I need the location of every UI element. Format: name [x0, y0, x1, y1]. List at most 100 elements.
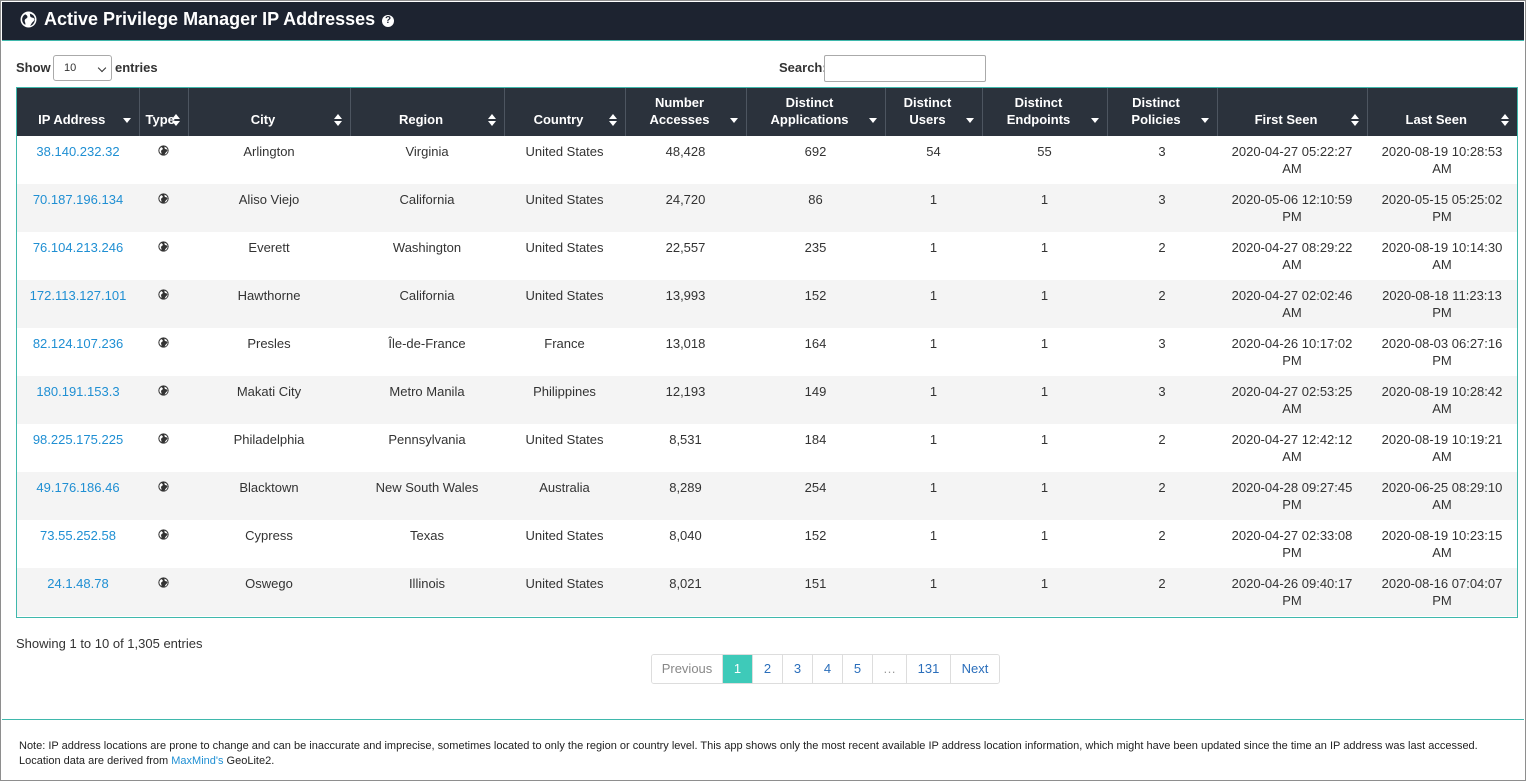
column-header-city[interactable]: City	[188, 88, 351, 136]
ip-address-link[interactable]: 24.1.48.78	[47, 576, 108, 591]
search-input[interactable]	[824, 55, 986, 82]
policies-cell: 2	[1107, 472, 1217, 520]
column-header-region[interactable]: Region	[350, 88, 505, 136]
maxmind-link[interactable]: MaxMind's	[171, 755, 223, 767]
users-cell: 1	[885, 280, 982, 328]
first-seen-cell: 2020-04-27 02:02:46 AM	[1217, 280, 1367, 328]
column-header-distinct-applications[interactable]: Distinct Applications	[746, 88, 886, 136]
users-cell: 1	[885, 376, 982, 424]
first-seen-cell: 2020-04-26 09:40:17 PM	[1217, 568, 1367, 616]
policies-cell: 2	[1107, 568, 1217, 616]
column-header-distinct-endpoints[interactable]: Distinct Endpoints	[982, 88, 1108, 136]
applications-cell: 86	[746, 184, 885, 232]
table-row: 73.55.252.58 Cypress Texas United States 8,0…	[17, 520, 1517, 568]
ip-address-link[interactable]: 180.191.153.3	[36, 384, 119, 399]
last-seen-cell: 2020-08-19 10:28:42 AM	[1367, 376, 1517, 424]
footer-note: Note: IP address locations are prone to …	[19, 739, 1509, 769]
table-row: 49.176.186.46 Blacktown New South Wales Aus…	[17, 472, 1517, 520]
region-cell: California	[350, 184, 504, 232]
sort-both-icon	[608, 114, 617, 126]
ip-address-cell: 49.176.186.46	[17, 472, 139, 520]
endpoints-cell: 1	[982, 520, 1107, 568]
show-label: Show	[16, 60, 51, 75]
table-info: Showing 1 to 10 of 1,305 entries	[16, 636, 203, 651]
type-cell	[139, 184, 188, 232]
region-cell: Pennsylvania	[350, 424, 504, 472]
page-button-5[interactable]: 5	[843, 655, 873, 683]
previous-page-button: Previous	[652, 655, 723, 683]
column-header-ip-address[interactable]: IP Address	[17, 88, 140, 136]
table-row: 98.225.175.225 Philadelphia Pennsylvania Un…	[17, 424, 1517, 472]
column-header-distinct-users[interactable]: Distinct Users	[885, 88, 983, 136]
panel-header: Active Privilege Manager IP Addresses ?	[2, 2, 1524, 41]
ip-address-link[interactable]: 49.176.186.46	[36, 480, 119, 495]
ip-address-cell: 98.225.175.225	[17, 424, 139, 472]
last-seen-cell: 2020-08-16 07:04:07 PM	[1367, 568, 1517, 616]
globe-icon	[158, 289, 169, 300]
applications-cell: 692	[746, 136, 885, 184]
country-cell: United States	[504, 280, 625, 328]
region-cell: Texas	[350, 520, 504, 568]
table-row: 24.1.48.78 Oswego Illinois United States 8,0…	[17, 568, 1517, 616]
column-header-distinct-policies[interactable]: Distinct Policies	[1107, 88, 1218, 136]
globe-icon	[158, 337, 169, 348]
first-seen-cell: 2020-04-27 02:33:08 PM	[1217, 520, 1367, 568]
column-header-type[interactable]: Type	[139, 88, 189, 136]
page-button-1[interactable]: 1	[723, 655, 753, 683]
sort-desc-icon	[965, 114, 974, 126]
page-button-131[interactable]: 131	[907, 655, 951, 683]
ip-table: IP Address Type City Region Country Number Ac…	[17, 88, 1517, 616]
search-label: Search:	[779, 60, 827, 75]
column-header-label: Type	[145, 112, 175, 127]
last-seen-cell: 2020-08-19 10:28:53 AM	[1367, 136, 1517, 184]
ip-address-cell: 180.191.153.3	[17, 376, 139, 424]
note-suffix: GeoLite2.	[223, 755, 275, 767]
endpoints-cell: 1	[982, 568, 1107, 616]
accesses-cell: 8,531	[625, 424, 746, 472]
column-header-last-seen[interactable]: Last Seen	[1367, 88, 1517, 136]
entries-select[interactable]: 10	[53, 55, 112, 81]
ip-address-cell: 172.113.127.101	[17, 280, 139, 328]
sort-desc-icon	[1200, 114, 1209, 126]
endpoints-cell: 1	[982, 376, 1107, 424]
city-cell: Hawthorne	[188, 280, 350, 328]
users-cell: 1	[885, 520, 982, 568]
ip-address-link[interactable]: 82.124.107.236	[33, 336, 123, 351]
ip-address-link[interactable]: 73.55.252.58	[40, 528, 116, 543]
city-cell: Presles	[188, 328, 350, 376]
sort-both-icon	[487, 114, 496, 126]
ip-address-link[interactable]: 98.225.175.225	[33, 432, 123, 447]
column-header-number-accesses[interactable]: Number Accesses	[625, 88, 747, 136]
page-button-2[interactable]: 2	[753, 655, 783, 683]
ip-address-link[interactable]: 172.113.127.101	[30, 288, 127, 303]
region-cell: Metro Manila	[350, 376, 504, 424]
column-header-country[interactable]: Country	[504, 88, 626, 136]
help-icon[interactable]: ?	[382, 15, 394, 27]
ip-address-cell: 38.140.232.32	[17, 136, 139, 184]
page-button-4[interactable]: 4	[813, 655, 843, 683]
ip-address-link[interactable]: 76.104.213.246	[33, 240, 123, 255]
region-cell: Île-de-France	[350, 328, 504, 376]
ip-table-container: IP Address Type City Region Country Number Ac…	[16, 87, 1518, 618]
ip-address-link[interactable]: 70.187.196.134	[33, 192, 123, 207]
type-cell	[139, 136, 188, 184]
country-cell: United States	[504, 232, 625, 280]
accesses-cell: 22,557	[625, 232, 746, 280]
table-row: 172.113.127.101 Hawthorne California United…	[17, 280, 1517, 328]
next-page-button[interactable]: Next	[951, 655, 999, 683]
last-seen-cell: 2020-08-19 10:19:21 AM	[1367, 424, 1517, 472]
type-cell	[139, 520, 188, 568]
applications-cell: 184	[746, 424, 885, 472]
sort-both-icon	[1350, 114, 1359, 126]
sort-desc-icon	[1090, 114, 1099, 126]
column-header-first-seen[interactable]: First Seen	[1217, 88, 1368, 136]
ip-address-cell: 76.104.213.246	[17, 232, 139, 280]
type-cell	[139, 232, 188, 280]
applications-cell: 152	[746, 280, 885, 328]
page-button-3[interactable]: 3	[783, 655, 813, 683]
region-cell: Illinois	[350, 568, 504, 616]
globe-icon	[20, 11, 37, 28]
ip-address-link[interactable]: 38.140.232.32	[36, 144, 119, 159]
entries-select-value: 10	[64, 62, 77, 74]
applications-cell: 254	[746, 472, 885, 520]
